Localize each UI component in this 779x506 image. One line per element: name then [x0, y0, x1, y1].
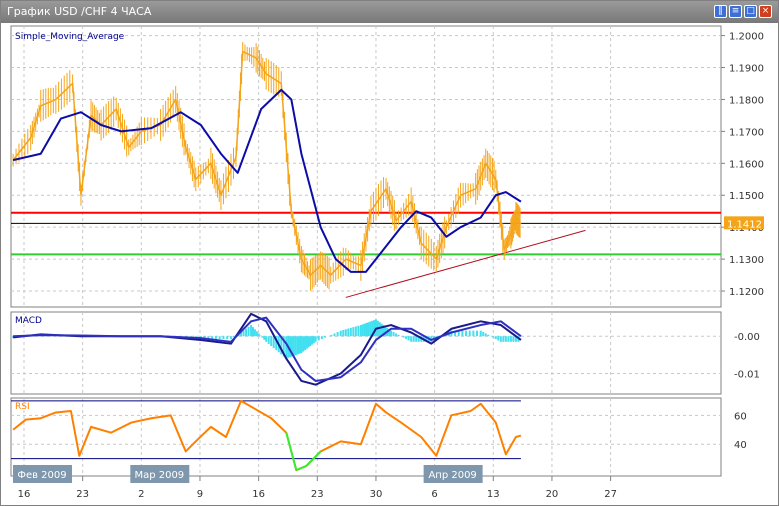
price-tick-label: 1.1600	[729, 159, 764, 170]
date-tick-label: 9	[197, 489, 203, 500]
date-tick-label: 30	[370, 489, 383, 500]
macd-tick-label: -0.01	[734, 370, 760, 381]
month-label: Мар 2009	[134, 470, 184, 481]
macd-tick-label: -0.00	[734, 332, 760, 343]
macd-title: MACD	[15, 316, 42, 326]
price-tick-label: 1.1300	[729, 255, 764, 266]
date-tick-label: 6	[431, 489, 437, 500]
month-label: Апр 2009	[428, 470, 476, 481]
price-tick-label: 1.1800	[729, 95, 764, 106]
month-label: Фев 2009	[17, 470, 66, 481]
date-tick-label: 23	[311, 489, 324, 500]
date-tick-label: 13	[487, 489, 500, 500]
price-tick-label: 1.1900	[729, 64, 764, 75]
price-tick-label: 1.1500	[729, 191, 764, 202]
price-tick-label: 1.1700	[729, 127, 764, 138]
date-tick-label: 2	[138, 489, 144, 500]
price-tick-label: 1.1200	[729, 287, 764, 298]
date-tick-label: 27	[604, 489, 617, 500]
indicator-title: Simple_Moving_Average	[15, 32, 125, 42]
rsi-tick-label: 60	[734, 411, 747, 422]
current-price-label: 1.1412	[727, 219, 762, 230]
date-tick-label: 16	[18, 489, 31, 500]
rsi-title: RSI	[15, 402, 30, 412]
rsi-tick-label: 40	[734, 440, 747, 451]
date-tick-label: 16	[252, 489, 265, 500]
price-tick-label: 1.2000	[729, 32, 764, 43]
date-tick-label: 23	[76, 489, 89, 500]
chart-area[interactable]: 1.2000 1.1900 1.1800 1.1700 1.1600 1.1500 1.14…	[1, 1, 779, 506]
chart-window: График USD /CHF 4 ЧАСА ‖ ≡ □ × 1.2000 1.1…	[0, 0, 779, 506]
panel-frame-0	[10, 25, 722, 308]
date-tick-label: 20	[546, 489, 559, 500]
panel-frame-2	[10, 397, 722, 477]
